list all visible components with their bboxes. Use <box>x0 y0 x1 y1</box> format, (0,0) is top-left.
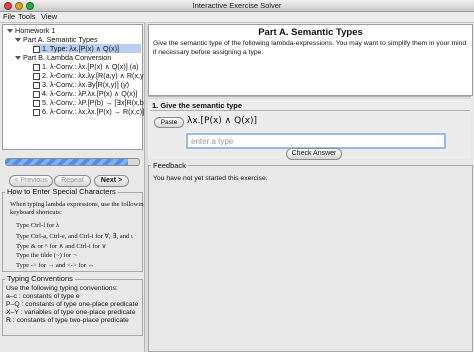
special-characters-help: How to Enter Special Characters When typ… <box>2 187 147 272</box>
tree-part-b[interactable]: Part B. Lambda Conversion <box>15 53 111 62</box>
expand-triangle-icon[interactable] <box>15 56 21 61</box>
help-intro: keyboard shortcuts: <box>10 209 62 216</box>
convention-line: a–c : constants of type e <box>6 293 80 300</box>
paste-button[interactable]: Paste <box>154 117 184 128</box>
checkbox-icon[interactable] <box>33 45 40 53</box>
checkbox-icon[interactable] <box>33 108 40 116</box>
conventions-title: Typing Conventions <box>5 274 75 283</box>
tree-item-b6[interactable]: 6. λ-Conv.: λx.λx.[P(x) → R(x,c)] <box>33 107 144 116</box>
part-description: Give the semantic type of the following … <box>153 40 467 56</box>
next-button[interactable]: Next > <box>94 175 129 187</box>
tree-part-a[interactable]: Part A. Semantic Types <box>15 35 98 44</box>
tree-item-b4[interactable]: 4. λ-Conv.: λP.λx.[P(x) ∧ Q(x)] <box>33 89 137 98</box>
type-input-field[interactable] <box>188 135 444 147</box>
checkbox-icon[interactable] <box>33 90 40 98</box>
feedback-title: Feedback <box>151 161 188 170</box>
checkbox-icon[interactable] <box>33 72 40 80</box>
help-line: Type & or ^ for ∧ and Ctrl-i for ∨ <box>16 243 107 250</box>
question-title: 1. Give the semantic type <box>152 101 243 110</box>
tree-item-b3[interactable]: 3. λ-Conv.: λx.∃y[R(x,y)] (y) <box>33 80 129 89</box>
help-intro: When typing lambda expressions, use the … <box>10 201 147 208</box>
menu-bar: File Tools View <box>0 12 474 23</box>
checkbox-icon[interactable] <box>33 63 40 71</box>
checkbox-icon[interactable] <box>33 99 40 107</box>
part-heading: Part A. Semantic Types <box>258 27 363 38</box>
help-line: Type Ctrl-a, Ctrl-e, and Ctrl-i for ∀, ∃… <box>16 233 133 240</box>
tree-root[interactable]: Homework 1 <box>7 26 55 35</box>
tree-item-b5[interactable]: 5. λ-Conv.: λP.[P(b) → [∃x[R(x,b)] <box>33 98 148 107</box>
question-expression: λx.[P(x) ∧ Q(x)] <box>187 116 258 126</box>
previous-button[interactable]: < Previous <box>9 175 53 187</box>
question-divider <box>150 110 470 111</box>
feedback-panel: Feedback You have not yet started this e… <box>148 161 473 352</box>
convention-line: X–Y : variables of type one-place predic… <box>6 309 136 316</box>
expand-triangle-icon[interactable] <box>7 29 13 34</box>
typing-conventions: Typing Conventions Use the following typ… <box>2 274 143 336</box>
exercise-tree: Homework 1 Part A. Semantic Types 1. Typ… <box>2 24 148 150</box>
convention-line: Use the following typing conventions: <box>6 285 118 292</box>
menu-tools[interactable]: Tools <box>18 12 36 21</box>
menu-file[interactable]: File <box>3 12 15 21</box>
menu-view[interactable]: View <box>41 12 57 21</box>
convention-line: R : constants of type two-place predicat… <box>6 317 129 324</box>
help-line: Type -> for → and <-> for ↔ <box>16 262 95 269</box>
expand-triangle-icon[interactable] <box>15 38 21 43</box>
progress-bar <box>5 158 140 166</box>
convention-line: P–Q : constants of type one-place predic… <box>6 301 139 308</box>
checkbox-icon[interactable] <box>33 81 40 89</box>
title-bar: Interactive Exercise Solver <box>0 0 474 12</box>
help-line: Type Ctrl-l for λ <box>16 222 60 229</box>
tree-item-a1[interactable]: 1. Type: λx.[P(x) ∧ Q(x)] <box>33 44 141 53</box>
help-line: Type the tilde (~) for ¬ <box>16 252 77 259</box>
window-title: Interactive Exercise Solver <box>192 1 282 10</box>
repeat-button[interactable]: Repeat <box>54 175 91 187</box>
tree-item-b2[interactable]: 2. λ-Conv.: λx.λy.[R(a,y) ∧ R(x,y)] <box>33 71 148 80</box>
help-title: How to Enter Special Characters <box>5 187 118 196</box>
progress-fill <box>6 159 129 165</box>
tree-item-b1[interactable]: 1. λ-Conv.: λx.[P(x) ∧ Q(x)] (a) <box>33 62 139 71</box>
type-input[interactable] <box>186 133 446 149</box>
feedback-text: You have not yet started this exercise. <box>153 175 268 182</box>
part-header: Part A. Semantic Types Give the semantic… <box>148 24 473 96</box>
check-answer-button[interactable]: Check Answer <box>286 148 342 160</box>
